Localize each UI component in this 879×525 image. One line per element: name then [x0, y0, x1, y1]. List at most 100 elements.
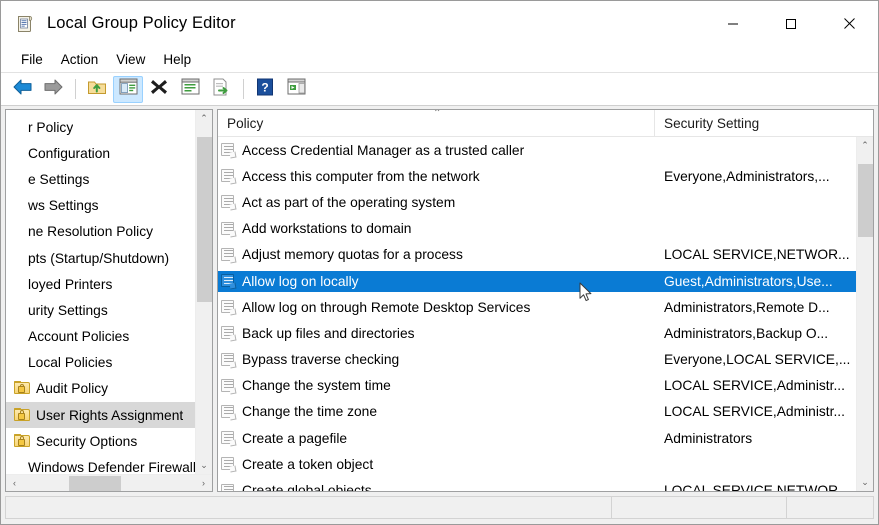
table-row[interactable]: Change the time zoneLOCAL SERVICE,Admini…: [218, 399, 856, 425]
policy-name-label: Act as part of the operating system: [242, 195, 455, 210]
security-setting-cell[interactable]: [655, 192, 856, 213]
tree-scroll-down-icon[interactable]: ⌄: [196, 457, 213, 474]
policy-name-cell[interactable]: Allow log on through Remote Desktop Serv…: [218, 297, 655, 318]
toolbar-forward-button[interactable]: [38, 76, 68, 103]
table-row[interactable]: Create a pagefileAdministrators: [218, 425, 856, 451]
security-setting-cell[interactable]: [655, 454, 856, 475]
tree-hscroll-track[interactable]: [23, 475, 195, 492]
list-scroll-thumb[interactable]: [858, 164, 873, 238]
security-setting-cell[interactable]: LOCAL SERVICE,Administr...: [655, 375, 856, 396]
tree-item-local-policies[interactable]: Local Policies: [6, 350, 195, 376]
table-row[interactable]: Create a token object: [218, 451, 856, 477]
tree-horizontal-scrollbar[interactable]: ‹ ›: [6, 474, 212, 491]
security-setting-cell[interactable]: Administrators,Backup O...: [655, 323, 856, 344]
table-row[interactable]: Add workstations to domain: [218, 216, 856, 242]
security-setting-cell[interactable]: [655, 140, 856, 161]
policy-name-cell[interactable]: Adjust memory quotas for a process: [218, 244, 655, 265]
table-row[interactable]: Act as part of the operating system: [218, 189, 856, 215]
folder-lock-icon: [14, 434, 31, 449]
table-row[interactable]: Adjust memory quotas for a process LOCAL …: [218, 242, 856, 268]
policy-name-cell[interactable]: Add workstations to domain: [218, 218, 655, 239]
policy-name-cell[interactable]: Change the time zone: [218, 401, 655, 422]
table-row[interactable]: Back up files and directoriesAdministrat…: [218, 320, 856, 346]
policy-name-cell[interactable]: Create a pagefile: [218, 428, 655, 449]
policy-list-pane: Policy ⌃ Security Setting Access Credent…: [217, 109, 874, 492]
menu-help[interactable]: Help: [154, 49, 200, 70]
table-row[interactable]: Access Credential Manager as a trusted c…: [218, 137, 856, 163]
table-row[interactable]: Allow log on locallyGuest,Administrators…: [218, 268, 856, 294]
tree-item-user-rights-assignment[interactable]: User Rights Assignment: [6, 402, 195, 428]
policy-name-cell[interactable]: Access this computer from the network: [218, 166, 655, 187]
toolbar-back-button[interactable]: [7, 76, 37, 103]
tree-scroll-right-icon[interactable]: ›: [195, 475, 212, 492]
tree-hscroll-thumb[interactable]: [69, 476, 121, 491]
column-header-security-setting[interactable]: Security Setting: [655, 110, 873, 137]
security-setting-cell[interactable]: Everyone,Administrators,...: [655, 166, 856, 187]
table-row[interactable]: Create global objectsLOCAL SERVICE,NETWO…: [218, 477, 856, 491]
list-scroll-down-icon[interactable]: ⌄: [857, 474, 874, 491]
close-button[interactable]: [820, 1, 878, 46]
table-row[interactable]: Access this computer from the networkEve…: [218, 163, 856, 189]
table-row[interactable]: Bypass traverse checkingEveryone,LOCAL S…: [218, 347, 856, 373]
tree-item-audit-policy[interactable]: Audit Policy: [6, 376, 195, 402]
tree-item-account-policies[interactable]: Account Policies: [6, 324, 195, 350]
security-setting-cell[interactable]: Administrators,Remote D...: [655, 297, 856, 318]
column-header-policy[interactable]: Policy ⌃: [218, 110, 655, 137]
menu-view[interactable]: View: [107, 49, 154, 70]
toolbar-delete-button[interactable]: [144, 76, 174, 103]
table-row[interactable]: Allow log on through Remote Desktop Serv…: [218, 294, 856, 320]
tree-scroll-track[interactable]: [196, 127, 213, 457]
policy-name-label: Adjust memory quotas for a process: [242, 247, 463, 262]
tree-scroll-thumb[interactable]: [197, 137, 212, 302]
security-setting-cell[interactable]: Administrators: [655, 428, 856, 449]
tree-item-pts-startup-shutdown[interactable]: pts (Startup/Shutdown): [6, 245, 195, 271]
security-setting-label: LOCAL SERVICE,Administr...: [664, 378, 845, 393]
tree-item-e-settings[interactable]: e Settings: [6, 166, 195, 192]
security-setting-cell[interactable]: LOCAL SERVICE,NETWOR...: [655, 480, 856, 491]
tree-item-r-policy[interactable]: r Policy: [6, 114, 195, 140]
policy-name-cell[interactable]: Allow log on locally: [218, 271, 655, 292]
toolbar-up-one-level-button[interactable]: [82, 76, 112, 103]
policy-name-cell[interactable]: Back up files and directories: [218, 323, 655, 344]
list-scroll-track[interactable]: [857, 154, 874, 474]
menu-action[interactable]: Action: [52, 49, 108, 70]
list-scroll-up-icon[interactable]: ⌃: [857, 137, 874, 154]
export-list-icon: [212, 78, 231, 101]
tree-item-urity-settings[interactable]: urity Settings: [6, 297, 195, 323]
tree-scroll-left-icon[interactable]: ‹: [6, 475, 23, 492]
list-vertical-scrollbar[interactable]: ⌃ ⌄: [856, 137, 873, 491]
up-folder-icon: [87, 78, 107, 101]
table-row[interactable]: Change the system time LOCAL SERVICE,Admi…: [218, 373, 856, 399]
toolbar-show-action-pane-button[interactable]: [281, 76, 311, 103]
toolbar-export-list-button[interactable]: [206, 76, 236, 103]
security-setting-cell[interactable]: LOCAL SERVICE,Administr...: [655, 401, 856, 422]
maximize-button[interactable]: [762, 1, 820, 46]
policy-name-cell[interactable]: Change the system time: [218, 375, 655, 396]
security-setting-cell[interactable]: LOCAL SERVICE,NETWOR...: [655, 244, 856, 265]
policy-name-label: Change the system time: [242, 378, 391, 393]
menu-file[interactable]: File: [12, 49, 52, 70]
policy-name-cell[interactable]: Access Credential Manager as a trusted c…: [218, 140, 655, 161]
toolbar-show-hide-console-tree-button[interactable]: [113, 76, 143, 103]
policy-name-cell[interactable]: Act as part of the operating system: [218, 192, 655, 213]
security-setting-cell[interactable]: Guest,Administrators,Use...: [655, 271, 856, 292]
security-setting-cell[interactable]: Everyone,LOCAL SERVICE,...: [655, 349, 856, 370]
toolbar-properties-button[interactable]: [175, 76, 205, 103]
minimize-button[interactable]: [704, 1, 762, 46]
tree-item-label: ne Resolution Policy: [28, 224, 153, 239]
tree-item-ne-resolution-policy[interactable]: ne Resolution Policy: [6, 219, 195, 245]
toolbar: ?: [1, 73, 878, 106]
tree-vertical-scrollbar[interactable]: ⌃ ⌄: [195, 110, 212, 474]
tree-item-configuration[interactable]: Configuration: [6, 140, 195, 166]
tree-item-loyed-printers[interactable]: loyed Printers: [6, 271, 195, 297]
toolbar-help-button[interactable]: ?: [250, 76, 280, 103]
policy-name-cell[interactable]: Bypass traverse checking: [218, 349, 655, 370]
tree-scroll-up-icon[interactable]: ⌃: [196, 110, 213, 127]
tree-item-security-options[interactable]: Security Options: [6, 428, 195, 454]
policy-name-cell[interactable]: Create global objects: [218, 480, 655, 491]
policy-name-cell[interactable]: Create a token object: [218, 454, 655, 475]
policy-list-body: Access Credential Manager as a trusted c…: [218, 137, 873, 491]
security-setting-cell[interactable]: [655, 218, 856, 239]
tree-item-ws-settings[interactable]: ws Settings: [6, 193, 195, 219]
tree-item-windows-defender-firewall[interactable]: Windows Defender Firewall: [6, 454, 195, 474]
